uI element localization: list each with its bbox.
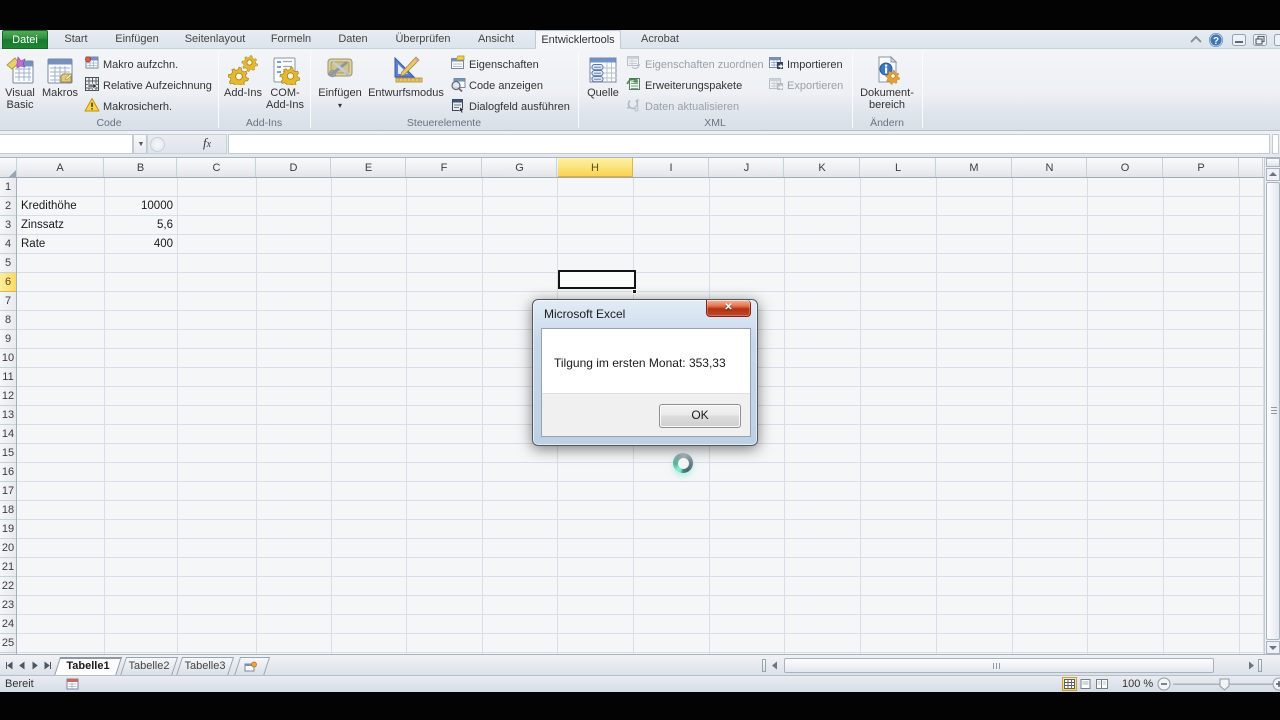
- svg-text:?: ?: [1213, 36, 1219, 47]
